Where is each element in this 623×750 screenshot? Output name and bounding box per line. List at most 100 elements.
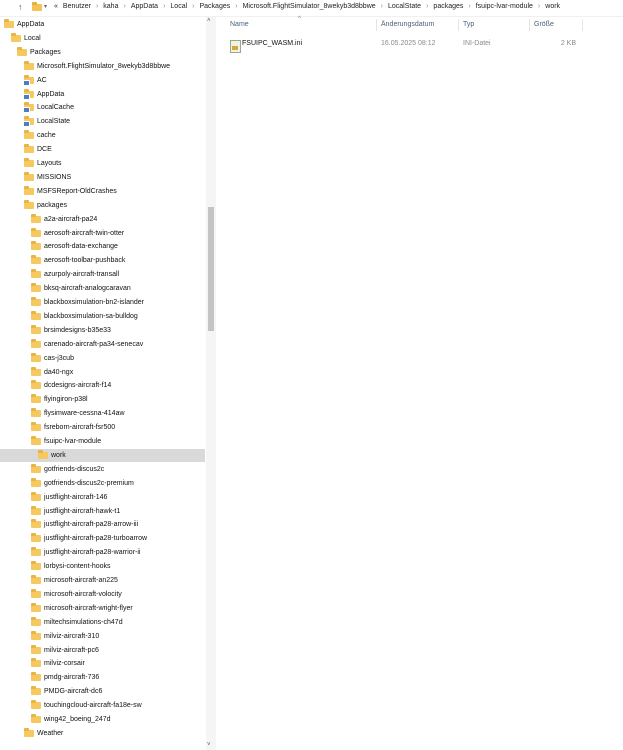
tree-item[interactable]: pmdg-aircraft-736 (0, 671, 205, 684)
tree-item[interactable]: aerosoft-data-exchange (0, 240, 205, 253)
breadcrumb-item[interactable]: LocalState (388, 3, 421, 10)
tree-item[interactable]: DCE (0, 143, 205, 156)
tree-item[interactable]: flyingiron-p38l (0, 393, 205, 406)
tree-item[interactable]: Local (0, 32, 205, 45)
tree-item[interactable]: AppData (0, 88, 205, 101)
breadcrumb-item[interactable]: Microsoft.FlightSimulator_8wekyb3d8bbwe (243, 3, 376, 10)
tree-item[interactable]: touchingcloud-aircraft-fa18e-sw (0, 699, 205, 712)
tree-item-label: justflight-aircraft-pa28-arrow-iii (44, 521, 139, 529)
tree-item[interactable]: work (0, 448, 205, 462)
column-header-type[interactable]: Typ (463, 21, 474, 28)
tree-item[interactable]: wing42_boeing_247d (0, 713, 205, 726)
tree-item[interactable]: milviz-aircraft-pc6 (0, 644, 205, 657)
tree-item[interactable]: MSFSReport-OldCrashes (0, 185, 205, 198)
breadcrumb-separator-icon[interactable]: › (463, 3, 475, 10)
column-header-size[interactable]: Größe (534, 21, 554, 28)
address-bar[interactable]: ↑ ▾ «Benutzer › kaha › AppData › Local › Package… (0, 0, 623, 17)
scroll-down-icon[interactable]: ˅ (207, 742, 211, 748)
breadcrumb-item[interactable]: AppData (131, 3, 158, 10)
column-header-date[interactable]: Änderungsdatum (381, 21, 434, 28)
scroll-up-icon[interactable]: ˄ (207, 18, 211, 24)
tree-item[interactable]: aerosoft-toolbar-pushback (0, 254, 205, 267)
tree-item[interactable]: justflight-aircraft-pa28-warrior-ii (0, 546, 205, 559)
tree-item[interactable]: dcdesigns-aircraft-f14 (0, 379, 205, 392)
tree-item[interactable]: LocalState (0, 115, 205, 128)
sort-ascending-icon: ^ (298, 16, 301, 22)
breadcrumb-separator-icon[interactable]: › (533, 3, 545, 10)
breadcrumb-item[interactable]: fsuipc-lvar-module (476, 3, 533, 10)
tree-item[interactable]: microsoft-aircraft-volocity (0, 588, 205, 601)
breadcrumb-item[interactable]: Packages (199, 3, 230, 10)
tree-item[interactable]: blackboxsimulation-bn2-islander (0, 296, 205, 309)
tree-item[interactable]: gotfriends-discus2c (0, 463, 205, 476)
scrollbar-thumb[interactable] (208, 207, 214, 331)
tree-item[interactable]: justflight-aircraft-pa28-turboarrow (0, 532, 205, 545)
tree-item[interactable]: MISSIONS (0, 171, 205, 184)
tree-item[interactable]: Microsoft.FlightSimulator_8wekyb3d8bbwe (0, 60, 205, 73)
tree-item[interactable]: milviz-aircraft-310 (0, 630, 205, 643)
tree-item[interactable]: bksq-aircraft-analogcaravan (0, 282, 205, 295)
tree-item[interactable]: a2a-aircraft-pa24 (0, 213, 205, 226)
tree-item-label: milviz-aircraft-310 (44, 632, 100, 640)
tree-item[interactable]: cache (0, 129, 205, 142)
column-divider[interactable] (376, 19, 377, 31)
tree-item[interactable]: aerosoft-aircraft-twin-otter (0, 227, 205, 240)
tree-item-label: AppData (17, 21, 45, 28)
tree-item[interactable]: Layouts (0, 157, 205, 170)
tree-item[interactable]: Packages (0, 46, 205, 59)
tree-item[interactable]: gotfriends-discus2c-premium (0, 477, 205, 490)
tree-item[interactable]: microsoft-aircraft-wright-flyer (0, 602, 205, 615)
tree-item[interactable]: LocalCache (0, 101, 205, 114)
tree-item[interactable]: microsoft-aircraft-an225 (0, 574, 205, 587)
tree-item[interactable]: packages (0, 199, 205, 212)
breadcrumb-separator-icon[interactable]: › (187, 3, 199, 10)
up-arrow-icon[interactable]: ↑ (18, 2, 23, 12)
breadcrumb-item[interactable]: work (545, 3, 560, 10)
tree-item[interactable]: flysimware-cessna-414aw (0, 407, 205, 420)
tree-item[interactable]: AppData (0, 18, 205, 31)
tree-item[interactable]: cas-j3cub (0, 352, 205, 365)
tree-item[interactable]: miltechsimulations-ch47d (0, 616, 205, 629)
breadcrumb-separator-icon[interactable]: › (118, 3, 130, 10)
column-header-name[interactable]: Name (230, 21, 249, 28)
tree-item[interactable]: blackboxsimulation-sa-bulldog (0, 310, 205, 323)
tree-item[interactable]: brsimdesigns-b35e33 (0, 324, 205, 337)
tree-item[interactable]: justflight-aircraft-hawk-t1 (0, 505, 205, 518)
tree-item[interactable]: justflight-aircraft-146 (0, 491, 205, 504)
breadcrumb-item[interactable]: Benutzer (63, 3, 91, 10)
folder-icon (31, 547, 41, 557)
tree-item-label: Layouts (37, 160, 62, 167)
tree-item[interactable]: da40-ngx (0, 366, 205, 379)
breadcrumb-separator-icon[interactable]: › (421, 3, 433, 10)
breadcrumb-item[interactable]: kaha (103, 3, 118, 10)
column-divider[interactable] (529, 19, 530, 31)
column-divider[interactable] (582, 19, 583, 31)
breadcrumb-item[interactable]: Local (170, 3, 187, 10)
tree-item[interactable]: carenado-aircraft-pa34-senecav (0, 338, 205, 351)
file-row[interactable]: FSUIPC_WASM.ini 16.05.2025 08:12 INI-Dat… (220, 37, 623, 53)
tree-item-label: microsoft-aircraft-volocity (44, 590, 122, 598)
tree-item[interactable]: azurpoly-aircraft-transall (0, 268, 205, 281)
tree-item[interactable]: lorbysi-content-hooks (0, 560, 205, 573)
breadcrumb-separator-icon[interactable]: › (91, 3, 103, 10)
tree-item[interactable]: AC (0, 74, 205, 87)
breadcrumb-separator-icon[interactable]: › (376, 3, 388, 10)
tree-item[interactable]: fsuipc-lvar-module (0, 435, 205, 448)
tree-item[interactable]: milviz-corsair (0, 657, 205, 670)
tree-item[interactable]: justflight-aircraft-pa28-arrow-iii (0, 518, 205, 531)
breadcrumb-separator-icon[interactable]: › (158, 3, 170, 10)
chevron-down-icon[interactable]: ▾ (44, 3, 47, 10)
tree-item[interactable]: fsreborn-aircraft-fsr500 (0, 421, 205, 434)
breadcrumb-separator-icon[interactable]: › (230, 3, 242, 10)
tree-item-label: justflight-aircraft-pa28-turboarrow (44, 535, 148, 543)
column-divider[interactable] (458, 19, 459, 31)
tree-item[interactable]: PMDG-aircraft-dc6 (0, 685, 205, 698)
breadcrumb-item[interactable]: packages (433, 3, 463, 10)
folder-icon (31, 213, 41, 223)
tree-item[interactable]: Weather (0, 727, 205, 740)
breadcrumb-overflow[interactable]: « (54, 3, 58, 10)
tree-scrollbar[interactable]: ˄ ˅ (206, 17, 216, 750)
folder-icon (31, 394, 41, 404)
folder-icon (24, 158, 34, 167)
tree-item-label: gotfriends-discus2c (44, 465, 105, 473)
